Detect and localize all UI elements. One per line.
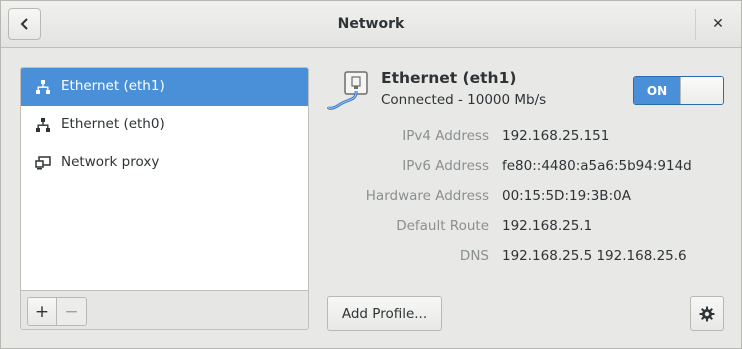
device-list: Ethernet (eth1) Ethernet (eth0) Network …	[20, 67, 309, 330]
sidebar-item-network-proxy[interactable]: Network proxy	[21, 144, 308, 182]
network-window: Network ✕ Ethernet (eth1) Ethernet (eth0…	[0, 0, 742, 349]
network-wired-icon	[36, 118, 50, 132]
list-toolbar: + −	[21, 290, 308, 329]
ethernet-cable-icon	[327, 71, 368, 110]
ipv4-value: 192.168.25.151	[502, 128, 610, 144]
network-proxy-icon	[35, 156, 51, 170]
dns-value: 192.168.25.5 192.168.25.6	[502, 248, 687, 264]
add-connection-button[interactable]: +	[27, 297, 57, 326]
ipv6-label: IPv6 Address	[402, 158, 489, 174]
window-title: Network	[337, 16, 405, 32]
sidebar-item-ethernet-eth1[interactable]: Ethernet (eth1)	[21, 68, 308, 106]
header-separator	[695, 9, 696, 40]
add-profile-button[interactable]: Add Profile...	[327, 296, 442, 331]
dns-label: DNS	[459, 248, 489, 264]
close-button[interactable]: ✕	[703, 9, 733, 39]
connection-switch[interactable]: ON	[633, 76, 724, 105]
hardware-address-label: Hardware Address	[365, 188, 489, 204]
remove-connection-button[interactable]: −	[57, 297, 87, 326]
gear-icon	[699, 306, 715, 321]
sidebar-item-label: Network proxy	[61, 154, 160, 170]
default-route-value: 192.168.25.1	[502, 218, 593, 234]
default-route-label: Default Route	[396, 218, 489, 234]
device-status: Connected - 10000 Mb/s	[381, 92, 547, 108]
device-name: Ethernet (eth1)	[381, 69, 517, 87]
window-close-icon: ✕	[712, 16, 724, 32]
sidebar-item-label: Ethernet (eth1)	[61, 78, 165, 94]
ipv6-value: fe80::4480:a5a6:5b94:914d	[502, 158, 692, 174]
network-wired-icon	[36, 80, 50, 94]
switch-knob	[680, 77, 723, 104]
header-bar: Network ✕	[1, 1, 741, 48]
sidebar-item-ethernet-eth0[interactable]: Ethernet (eth0)	[21, 106, 308, 144]
hardware-address-value: 00:15:5D:19:3B:0A	[502, 188, 631, 204]
sidebar-item-label: Ethernet (eth0)	[61, 116, 165, 132]
switch-on-label: ON	[634, 77, 680, 104]
ipv4-label: IPv4 Address	[402, 128, 489, 144]
settings-button[interactable]	[690, 296, 724, 331]
